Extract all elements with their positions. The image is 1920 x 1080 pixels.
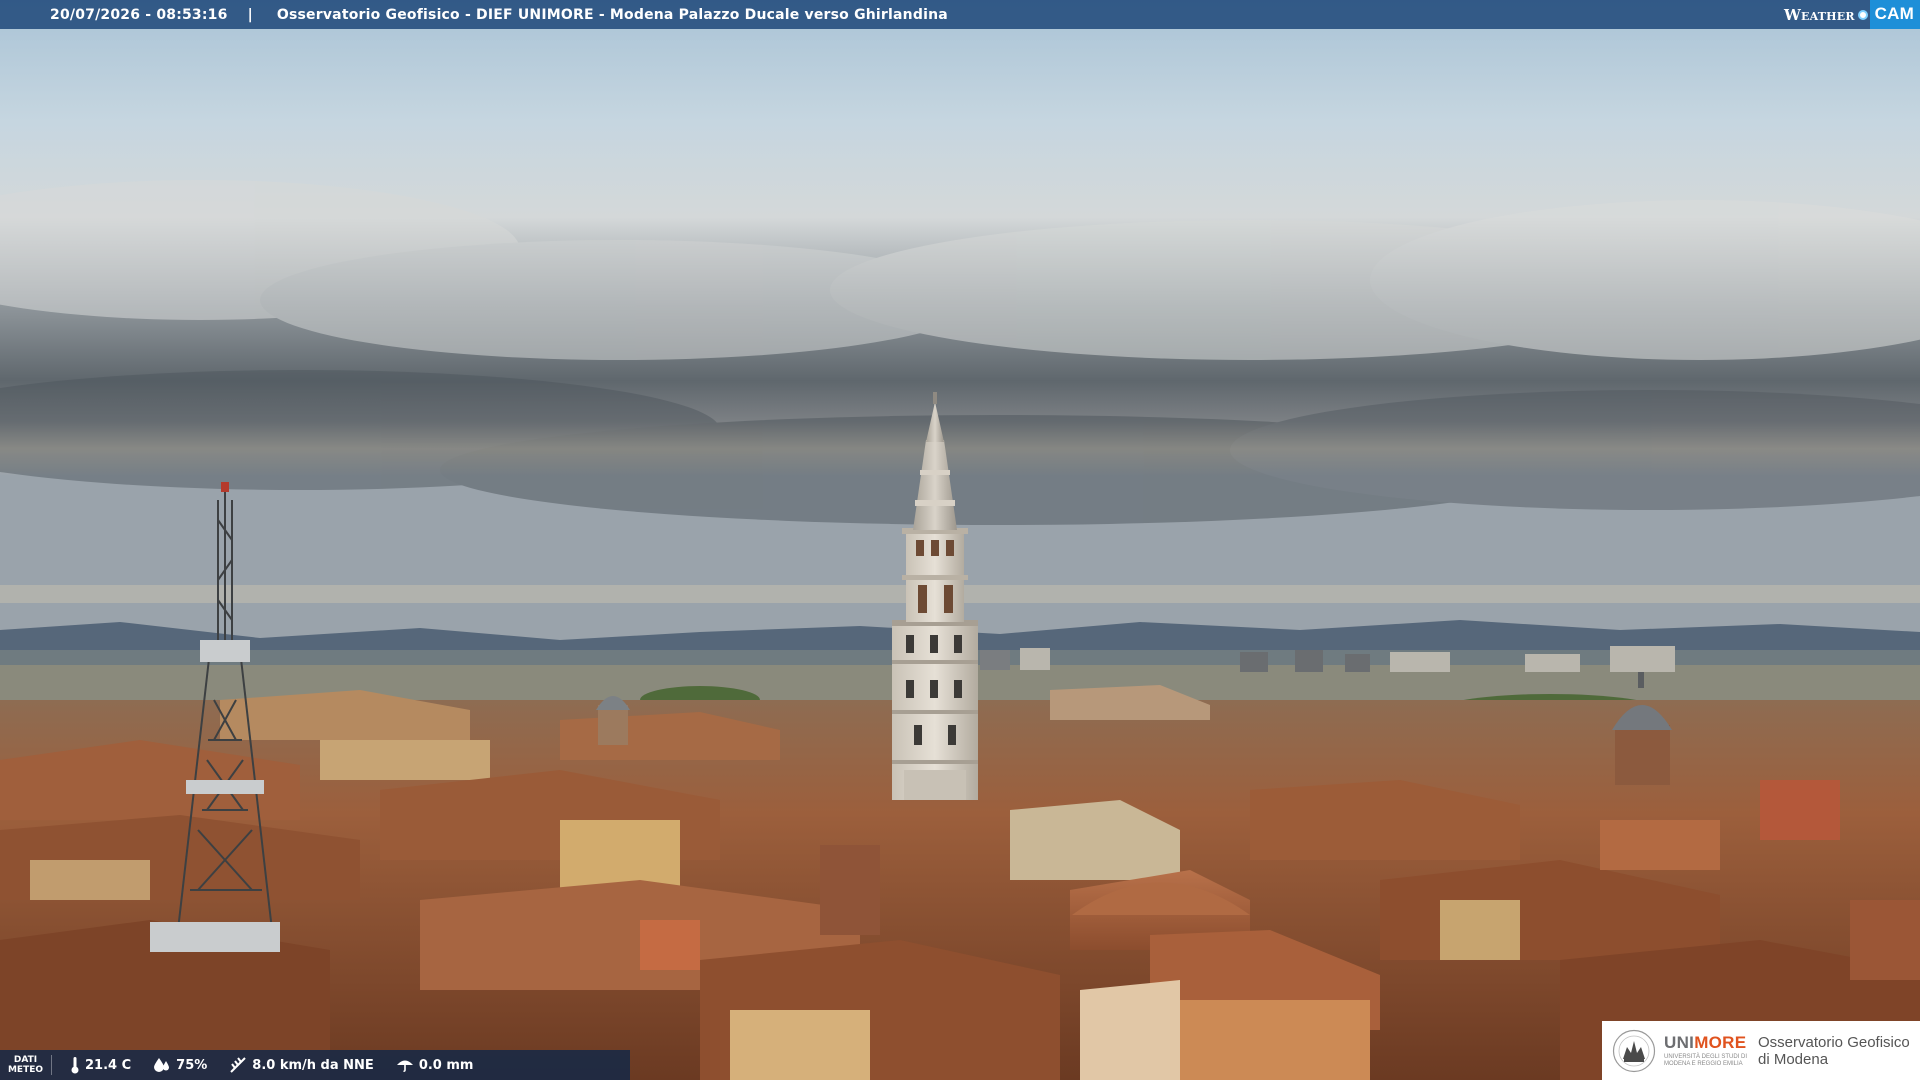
university-seal-icon — [1612, 1029, 1656, 1072]
wind-reading: 8.0 km/h da NNE — [229, 1056, 374, 1074]
brand-dot-icon — [1857, 9, 1868, 20]
observatory-line2: di Modena — [1758, 1050, 1829, 1068]
rain-reading: 0.0 mm — [396, 1057, 474, 1073]
temperature-reading: 21.4 C — [70, 1056, 131, 1074]
weathercam-logo: Weather CAM — [1784, 0, 1920, 29]
observatory-logo: UNIMORE Università degli studi di Modena… — [1602, 1021, 1920, 1080]
city-panorama — [0, 0, 1920, 1080]
weather-label-line2: METEO — [7, 1065, 44, 1075]
rain-value: 0.0 mm — [418, 1057, 474, 1073]
thermometer-icon — [71, 1057, 79, 1074]
wind-icon — [230, 1057, 246, 1073]
wind-value: 8.0 km/h da NNE — [252, 1057, 374, 1073]
observatory-line1: Osservatorio Geofisico — [1758, 1033, 1910, 1051]
humidity-value: 75% — [176, 1057, 208, 1073]
humidity-reading: 75% — [153, 1057, 207, 1073]
weather-data-bar: DATI METEO 21.4 C 75% 8.0 km/h da NNE 0.… — [0, 1050, 630, 1080]
unimore-name: UNIMORE — [1664, 1032, 1748, 1052]
webcam-frame: 20/07/2026 - 08:53:16 | Osservatorio Geo… — [0, 0, 1920, 1080]
unimore-wordmark: UNIMORE Università degli studi di Modena… — [1664, 1029, 1748, 1073]
camera-title: Osservatorio Geofisico - DIEF UNIMORE - … — [276, 6, 948, 23]
temperature-value: 21.4 C — [85, 1057, 132, 1073]
header-separator: | — [247, 6, 253, 23]
brand-cam-text: CAM — [1869, 0, 1920, 29]
unimore-part1: UNI — [1664, 1032, 1695, 1052]
rain-icon — [396, 1060, 413, 1072]
timestamp: 20/07/2026 - 08:53:16 — [50, 6, 228, 23]
unimore-subtitle: Università degli studi di Modena e Reggi… — [1664, 1053, 1748, 1067]
brand-weather-text: Weather — [1784, 5, 1855, 24]
weather-label-line1: DATI — [13, 1055, 38, 1065]
unimore-part2: MORE — [1694, 1032, 1747, 1052]
weather-label: DATI METEO — [0, 1055, 52, 1075]
observatory-name: Osservatorio Geofisico di Modena — [1758, 1034, 1910, 1068]
header-bar: 20/07/2026 - 08:53:16 | Osservatorio Geo… — [0, 0, 1920, 29]
droplet-icon — [154, 1058, 170, 1072]
